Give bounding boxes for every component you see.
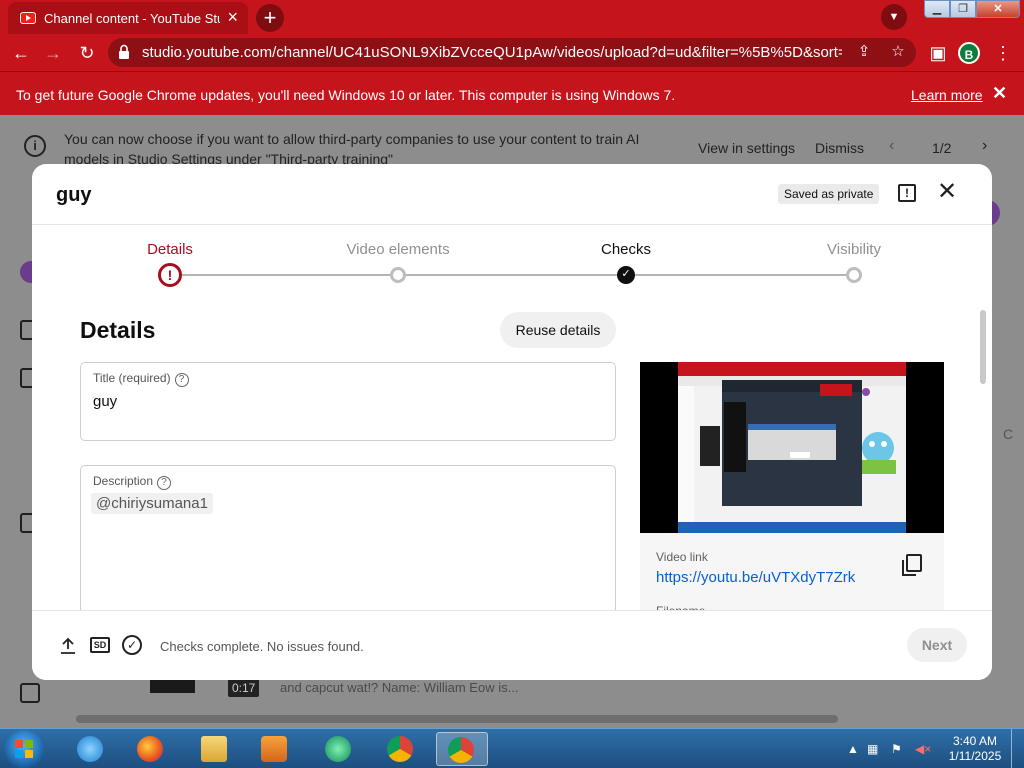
tray-expand-icon[interactable]: ▲ — [847, 742, 859, 756]
stepper-track — [178, 274, 854, 276]
third-party-notice: i You can now choose if you want to allo… — [0, 115, 1024, 167]
learn-more-link[interactable]: Learn more — [911, 87, 983, 103]
forward-arrow-icon[interactable]: → — [40, 40, 66, 66]
feedback-sidebar-icon[interactable] — [20, 683, 40, 703]
video-link[interactable]: https://youtu.be/uVTXdyT7Zrk — [656, 569, 855, 586]
reload-icon[interactable]: ↻ — [74, 40, 100, 66]
volume-muted-icon[interactable]: ◀× — [915, 742, 931, 756]
file-explorer-icon[interactable] — [190, 732, 238, 766]
view-in-settings-button[interactable]: View in settings — [698, 140, 795, 156]
taskbar-clock[interactable]: 3:40 AM 1/11/2025 — [945, 734, 1005, 764]
video-description-snippet: and capcut wat!? Name: William Eow is... — [280, 680, 519, 695]
maximize-button[interactable]: ❐ — [950, 0, 976, 18]
checks-status-text: Checks complete. No issues found. — [160, 639, 364, 654]
description-field-label: Description? — [93, 474, 172, 490]
sd-quality-icon: SD — [90, 637, 110, 653]
section-title: Details — [80, 317, 156, 343]
header-divider — [32, 224, 992, 225]
browser-tab-bar: Channel content - YouTube Studio × + ▼ ▁… — [0, 0, 1024, 34]
action-center-flag-icon[interactable]: ⚑ — [891, 742, 902, 756]
tab-title: Channel content - YouTube Studio — [44, 11, 220, 26]
close-dialog-icon[interactable]: ✕ — [937, 180, 957, 204]
dialog-title: guy — [56, 184, 92, 206]
reuse-details-button[interactable]: Reuse details — [500, 312, 616, 348]
internet-explorer-icon[interactable] — [66, 732, 114, 766]
chevron-left-icon[interactable]: ‹ — [889, 137, 894, 155]
title-input[interactable]: guy — [93, 393, 117, 410]
chrome-taskbar-icon[interactable] — [376, 732, 424, 766]
chrome-profile-taskbar-icon[interactable] — [436, 732, 488, 766]
tab-close-icon[interactable]: × — [227, 8, 238, 26]
infobar-message: To get future Google Chrome updates, you… — [16, 87, 676, 103]
close-window-button[interactable]: ✕ — [976, 0, 1020, 18]
clock-time: 3:40 AM — [952, 734, 998, 748]
clock-date: 1/11/2025 — [948, 749, 1002, 763]
video-preview-panel: Video link https://youtu.be/uVTXdyT7Zrk … — [640, 362, 944, 618]
back-arrow-icon[interactable]: ← — [8, 40, 34, 66]
step-checks[interactable]: Checks — [556, 241, 696, 258]
background-column-letter: C — [1003, 426, 1014, 442]
help-icon[interactable]: ? — [157, 476, 172, 490]
windows-taskbar: ▲ ▦ ⚑ ◀× 3:40 AM 1/11/2025 — [0, 728, 1024, 768]
help-icon[interactable]: ? — [174, 373, 189, 387]
tab-search-chevron-icon[interactable]: ▼ — [881, 4, 907, 30]
step-visibility[interactable]: Visibility — [784, 241, 924, 258]
chevron-right-icon[interactable]: › — [982, 137, 987, 155]
checks-complete-icon: ✓ — [122, 635, 142, 655]
video-frame-image — [678, 362, 906, 533]
notice-pager: 1/2 — [932, 140, 952, 156]
video-link-label: Video link — [656, 550, 708, 564]
description-field-label-text: Description — [93, 474, 154, 488]
upload-stepper: Details Video elements Checks Visibility… — [32, 234, 992, 294]
network-icon[interactable]: ▦ — [867, 742, 878, 756]
window-controls: ▁ ❐ ✕ — [924, 0, 1020, 20]
horizontal-scrollbar[interactable] — [76, 715, 838, 723]
step-done-check-icon[interactable]: ✓ — [617, 266, 635, 284]
dialog-footer: SD ✓ Checks complete. No issues found. N… — [32, 610, 992, 680]
windows-logo-icon — [15, 740, 33, 758]
step-open-dot[interactable] — [846, 267, 862, 283]
video-duration: 0:17 — [228, 679, 260, 697]
upload-dialog: guy Saved as private ! ✕ Details Video e… — [32, 164, 992, 680]
browser-tab[interactable]: Channel content - YouTube Studio × — [8, 2, 248, 34]
copy-icon[interactable] — [902, 554, 922, 576]
youtube-favicon-icon — [20, 12, 36, 24]
notice-text: You can now choose if you want to allow … — [64, 131, 640, 167]
next-button[interactable]: Next — [907, 628, 967, 662]
media-player-icon[interactable] — [250, 732, 298, 766]
profile-avatar[interactable]: B — [958, 42, 980, 64]
new-tab-button[interactable]: + — [256, 4, 284, 32]
saved-status-chip: Saved as private — [778, 184, 880, 204]
media-center-icon[interactable] — [314, 732, 362, 766]
step-details[interactable]: Details — [100, 241, 240, 258]
video-player[interactable] — [640, 362, 944, 533]
start-button[interactable] — [4, 730, 44, 768]
send-feedback-icon[interactable]: ! — [898, 184, 916, 202]
dialog-scrollbar[interactable] — [980, 310, 986, 384]
title-field-label-text: Title (required) — [93, 371, 171, 385]
update-infobar: To get future Google Chrome updates, you… — [0, 71, 1024, 115]
lock-icon — [119, 44, 129, 59]
title-field-label: Title (required)? — [93, 371, 189, 387]
url-text: studio.youtube.com/channel/UC41uSONL9Xib… — [142, 44, 842, 61]
browser-toolbar: ← → ↻ studio.youtube.com/channel/UC41uSO… — [0, 34, 1024, 71]
upload-icon — [61, 637, 75, 654]
infobar-close-icon[interactable]: ✕ — [992, 83, 1007, 104]
title-field[interactable]: Title (required)? guy — [80, 362, 616, 441]
minimize-button[interactable]: ▁ — [924, 0, 950, 18]
system-tray: ▲ ▦ ⚑ ◀× 3:40 AM 1/11/2025 — [845, 729, 1024, 768]
step-video-elements[interactable]: Video elements — [328, 241, 468, 258]
firefox-icon[interactable] — [126, 732, 174, 766]
description-mention[interactable]: @chiriysumana1 — [91, 493, 213, 514]
bookmark-star-icon[interactable]: ☆ — [888, 42, 908, 62]
step-open-dot[interactable] — [390, 267, 406, 283]
step-error-icon[interactable]: ! — [158, 263, 182, 287]
chrome-menu-icon[interactable]: ⋮ — [990, 40, 1016, 66]
address-bar[interactable]: studio.youtube.com/channel/UC41uSONL9Xib… — [108, 38, 916, 67]
side-panel-icon[interactable]: ▣ — [925, 40, 951, 66]
show-desktop-button[interactable] — [1011, 729, 1024, 768]
dismiss-button[interactable]: Dismiss — [815, 140, 864, 156]
info-icon: i — [24, 135, 46, 157]
share-icon[interactable]: ⇪ — [854, 42, 874, 62]
